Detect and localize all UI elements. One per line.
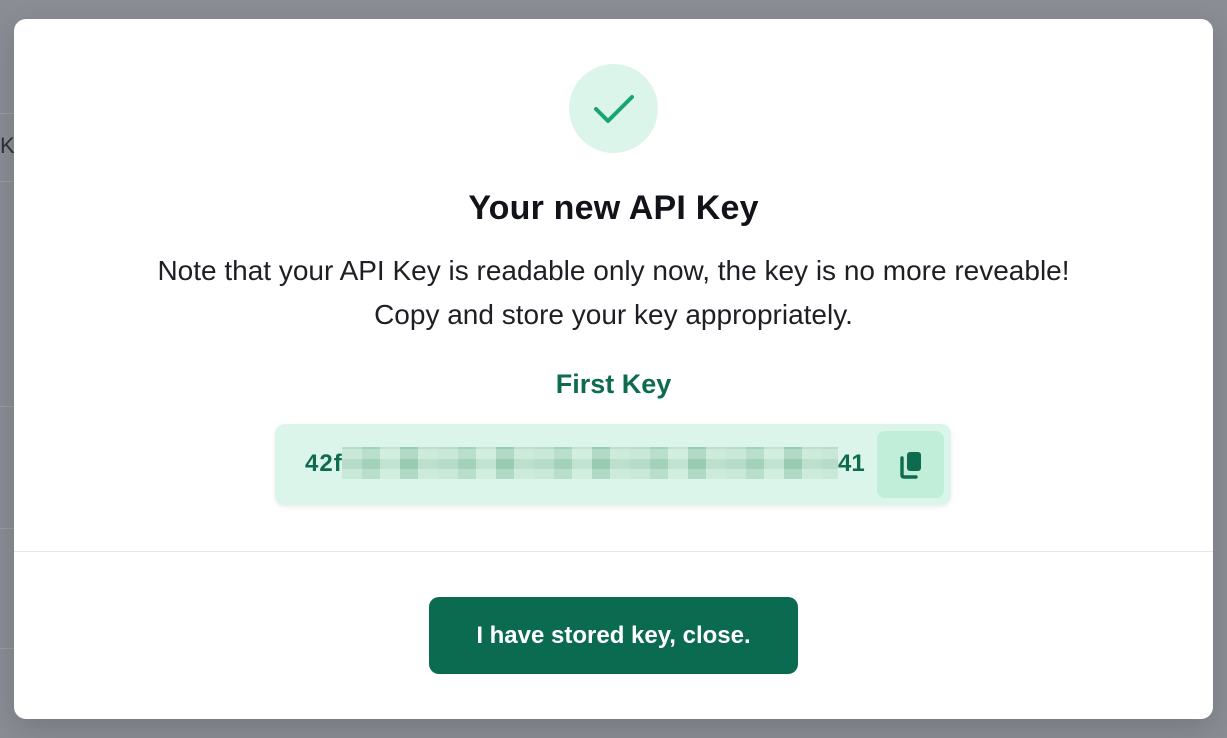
key-label: First Key — [555, 369, 672, 399]
copy-icon — [899, 451, 921, 479]
success-badge — [569, 64, 658, 153]
background-divider — [0, 113, 14, 114]
api-key-field: 42f 41 — [275, 424, 951, 505]
close-button[interactable]: I have stored key, close. — [429, 597, 798, 674]
description-line-1: Note that your API Key is readable only … — [157, 255, 1070, 286]
check-icon — [593, 94, 634, 123]
background-divider — [0, 528, 14, 529]
api-key-value[interactable]: 42f — [305, 450, 343, 478]
background-divider — [0, 648, 14, 649]
background-divider — [0, 181, 14, 182]
modal-divider — [14, 551, 1213, 552]
background-divider — [0, 406, 14, 407]
modal-title: Your new API Key — [468, 189, 759, 227]
background-text: K — [0, 133, 15, 158]
api-key-value-end: 41 — [838, 450, 865, 477]
description-line-2: Copy and store your key appropriately. — [374, 299, 853, 330]
modal-description: Note that your API Key is readable only … — [14, 249, 1213, 337]
redacted-key-segment — [342, 447, 838, 479]
copy-key-button[interactable] — [877, 431, 944, 498]
api-key-modal: Your new API Key Note that your API Key … — [14, 19, 1213, 719]
